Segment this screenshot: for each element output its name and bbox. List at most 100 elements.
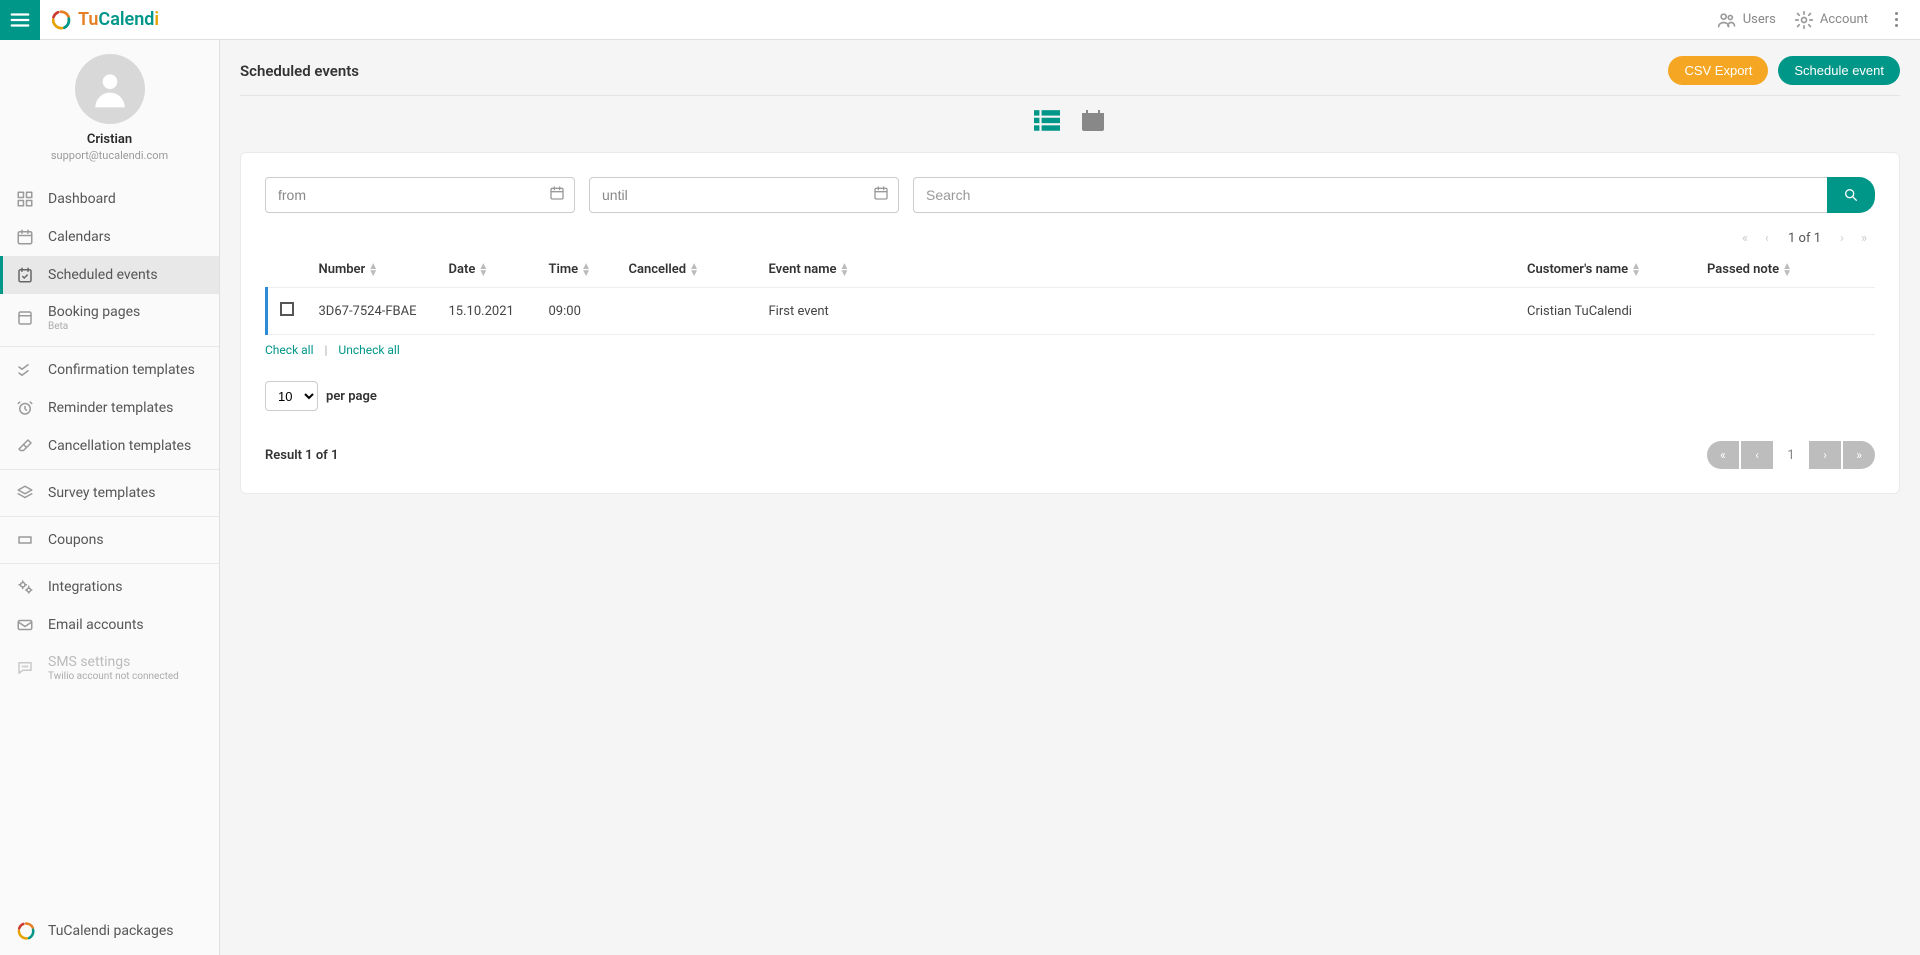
topbar-actions: Users Account bbox=[1717, 10, 1920, 30]
logo-ring-small-icon bbox=[16, 921, 36, 941]
sidebar-item-scheduled-events[interactable]: Scheduled events bbox=[0, 256, 219, 294]
account-link[interactable]: Account bbox=[1794, 10, 1868, 30]
sidebar-item-sublabel: Beta bbox=[48, 321, 140, 332]
page-icon bbox=[16, 309, 34, 327]
event-check-icon bbox=[16, 266, 34, 284]
col-number[interactable]: Number bbox=[307, 252, 437, 288]
sidebar-nav: Dashboard Calendars Scheduled events Boo… bbox=[0, 172, 219, 907]
sidebar: Cristian support@tucalendi.com Dashboard… bbox=[0, 40, 220, 955]
col-event-name[interactable]: Event name bbox=[757, 252, 1516, 288]
col-passed-note[interactable]: Passed note bbox=[1695, 252, 1875, 288]
view-switch bbox=[240, 96, 1900, 152]
date-until-wrapper bbox=[589, 177, 899, 213]
sidebar-item-confirmation-templates[interactable]: Confirmation templates bbox=[0, 351, 219, 389]
topbar: TuCalendi Users Account bbox=[0, 0, 1920, 40]
alarm-icon bbox=[16, 399, 34, 417]
pager-bottom: « ‹ 1 › » bbox=[1707, 441, 1875, 469]
pager-prev-button[interactable]: ‹ bbox=[1741, 441, 1773, 469]
menu-toggle[interactable] bbox=[0, 0, 40, 40]
pager-prev[interactable]: ‹ bbox=[1756, 231, 1778, 246]
sidebar-item-label: SMS settings bbox=[48, 654, 179, 670]
sidebar-item-label: Booking pages bbox=[48, 304, 140, 320]
sidebar-item-label: Email accounts bbox=[48, 617, 144, 633]
cell-event-name: First event bbox=[757, 288, 1516, 335]
account-label: Account bbox=[1820, 12, 1868, 27]
sidebar-item-label: Calendars bbox=[48, 229, 111, 245]
sidebar-item-label: Confirmation templates bbox=[48, 362, 195, 378]
sidebar-item-cancellation-templates[interactable]: Cancellation templates bbox=[0, 427, 219, 465]
pager-last[interactable]: » bbox=[1853, 231, 1875, 246]
list-view-toggle[interactable] bbox=[1034, 110, 1060, 136]
pager-next[interactable]: › bbox=[1831, 231, 1853, 246]
check-all-link[interactable]: Check all bbox=[265, 343, 314, 357]
sidebar-item-email-accounts[interactable]: Email accounts bbox=[0, 606, 219, 644]
more-menu[interactable] bbox=[1886, 12, 1906, 27]
sidebar-footer-packages[interactable]: TuCalendi packages bbox=[0, 907, 219, 955]
calendar-picker-icon[interactable] bbox=[873, 185, 889, 205]
layers-icon bbox=[16, 484, 34, 502]
per-page-select[interactable]: 10 bbox=[265, 381, 318, 411]
sidebar-item-label: Survey templates bbox=[48, 485, 155, 501]
search-icon bbox=[1843, 187, 1859, 203]
pager-top: « ‹ 1 of 1 › » bbox=[265, 213, 1875, 252]
sidebar-item-reminder-templates[interactable]: Reminder templates bbox=[0, 389, 219, 427]
profile-name: Cristian bbox=[10, 132, 209, 147]
main-content: Scheduled events CSV Export Schedule eve… bbox=[220, 40, 1920, 955]
sidebar-item-label: Integrations bbox=[48, 579, 122, 595]
row-checkbox[interactable] bbox=[280, 302, 294, 316]
list-view-icon bbox=[1034, 110, 1060, 132]
col-customer-name[interactable]: Customer's name bbox=[1515, 252, 1695, 288]
sidebar-item-label: Coupons bbox=[48, 532, 104, 548]
table-header-row: Number Date Time Cancelled Event name Cu… bbox=[267, 252, 1876, 288]
brand-logo[interactable]: TuCalendi bbox=[40, 9, 159, 31]
calendar-view-toggle[interactable] bbox=[1080, 110, 1106, 136]
sidebar-item-integrations[interactable]: Integrations bbox=[0, 568, 219, 606]
sidebar-item-booking-pages[interactable]: Booking pages Beta bbox=[0, 294, 219, 342]
col-time[interactable]: Time bbox=[537, 252, 617, 288]
users-label: Users bbox=[1743, 12, 1776, 27]
col-cancelled[interactable]: Cancelled bbox=[617, 252, 757, 288]
search-button[interactable] bbox=[1827, 177, 1875, 213]
sidebar-item-calendars[interactable]: Calendars bbox=[0, 218, 219, 256]
check-stack-icon bbox=[16, 361, 34, 379]
sidebar-item-survey-templates[interactable]: Survey templates bbox=[0, 474, 219, 512]
schedule-event-button[interactable]: Schedule event bbox=[1778, 56, 1900, 85]
date-until-input[interactable] bbox=[589, 177, 899, 213]
pager-last-button[interactable]: » bbox=[1843, 441, 1875, 469]
per-page-row: 10 per page bbox=[265, 357, 1875, 411]
table-footer: Result 1 of 1 « ‹ 1 › » bbox=[265, 411, 1875, 469]
uncheck-all-link[interactable]: Uncheck all bbox=[338, 343, 399, 357]
avatar[interactable] bbox=[75, 54, 145, 124]
sidebar-item-sublabel: Twilio account not connected bbox=[48, 671, 179, 682]
sidebar-item-dashboard[interactable]: Dashboard bbox=[0, 180, 219, 218]
gears-icon bbox=[16, 578, 34, 596]
avatar-placeholder-icon bbox=[88, 67, 132, 111]
sidebar-item-label: Scheduled events bbox=[48, 267, 158, 283]
filters-row bbox=[265, 177, 1875, 213]
date-from-input[interactable] bbox=[265, 177, 575, 213]
col-date[interactable]: Date bbox=[437, 252, 537, 288]
per-page-label: per page bbox=[326, 389, 377, 404]
pager-first[interactable]: « bbox=[1734, 231, 1756, 246]
logo-ring-icon bbox=[50, 9, 72, 31]
pager-label: 1 of 1 bbox=[1788, 231, 1821, 246]
profile-block: Cristian support@tucalendi.com bbox=[0, 40, 219, 172]
events-table: Number Date Time Cancelled Event name Cu… bbox=[265, 252, 1875, 335]
result-text: Result 1 of 1 bbox=[265, 448, 338, 463]
csv-export-button[interactable]: CSV Export bbox=[1668, 56, 1768, 85]
sidebar-item-label: Dashboard bbox=[48, 191, 116, 207]
hamburger-icon bbox=[9, 9, 31, 31]
cell-customer-name: Cristian TuCalendi bbox=[1515, 288, 1695, 335]
calendar-icon bbox=[16, 228, 34, 246]
table-row[interactable]: 3D67-7524-FBAE 15.10.2021 09:00 First ev… bbox=[267, 288, 1876, 335]
calendar-picker-icon[interactable] bbox=[549, 185, 565, 205]
events-card: « ‹ 1 of 1 › » Number Date Time Cancelle… bbox=[240, 152, 1900, 494]
pager-next-button[interactable]: › bbox=[1809, 441, 1841, 469]
cell-time: 09:00 bbox=[537, 288, 617, 335]
sidebar-item-coupons[interactable]: Coupons bbox=[0, 521, 219, 559]
users-link[interactable]: Users bbox=[1717, 10, 1776, 30]
dashboard-icon bbox=[16, 190, 34, 208]
search-input[interactable] bbox=[913, 177, 1827, 213]
pager-first-button[interactable]: « bbox=[1707, 441, 1739, 469]
page-title: Scheduled events bbox=[240, 62, 359, 80]
